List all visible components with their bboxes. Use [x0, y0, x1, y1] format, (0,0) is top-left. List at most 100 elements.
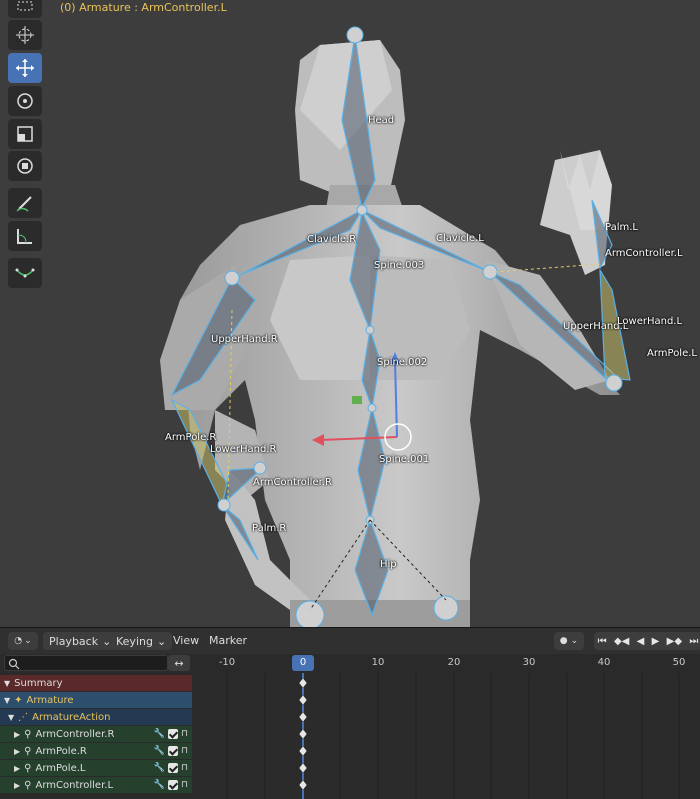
channel-summary[interactable]: ▼ Summary — [0, 675, 192, 691]
chevron-down-icon: ⌄ — [156, 634, 167, 648]
sync-toggle-button[interactable]: ↔ — [168, 655, 190, 671]
channel-label: ArmPole.L — [35, 762, 86, 774]
channel-label: Summary — [14, 677, 63, 689]
expand-arrow-icon[interactable]: ▼ — [4, 696, 10, 705]
lock-icon[interactable]: ⊓ — [181, 763, 188, 773]
select-box-icon[interactable] — [8, 0, 42, 18]
channel-armature[interactable]: ▼ ✦ Armature — [0, 692, 192, 708]
3d-viewport[interactable]: (0) Armature : ArmController.L Head Palm… — [0, 0, 700, 627]
wrench-icon[interactable]: 🔧 — [154, 729, 165, 739]
view-menu[interactable]: View — [173, 634, 199, 647]
lock-icon[interactable]: ⊓ — [181, 729, 188, 739]
playback-menu[interactable]: Playback ⌄ — [43, 632, 118, 650]
channel-label: ArmController.L — [35, 779, 114, 791]
bone-label-upperhand-r[interactable]: UpperHand.R — [211, 334, 278, 345]
keyframe-marker — [298, 677, 308, 689]
bone-icon: ⚲ — [24, 728, 32, 740]
bone-label-hip[interactable]: Hip — [380, 559, 397, 570]
bone-icon: ⚲ — [24, 779, 32, 791]
frame-ruler[interactable]: -10 0 10 20 30 40 50 — [193, 654, 700, 673]
chevron-down-icon: ⌄ — [570, 636, 579, 646]
channel-bone[interactable]: ▶ ⚲ ArmController.R 🔧 ⊓ — [0, 726, 192, 742]
tick-label: -10 — [218, 657, 236, 668]
bone-label-spine-001[interactable]: Spine.001 — [379, 454, 429, 465]
rotate-icon[interactable] — [8, 86, 42, 116]
bone-label-clavicle-l[interactable]: Clavicle.L — [436, 233, 484, 244]
tick-label: 30 — [522, 657, 536, 668]
channel-checkbox[interactable] — [167, 763, 178, 773]
expand-arrow-icon[interactable]: ▶ — [14, 764, 20, 773]
expand-arrow-icon[interactable]: ▶ — [14, 730, 20, 739]
channel-bone[interactable]: ▶ ⚲ ArmController.L 🔧 ⊓ — [0, 777, 192, 793]
scale-icon[interactable] — [8, 119, 42, 149]
tick-label: 20 — [447, 657, 461, 668]
expand-arrow-icon[interactable]: ▶ — [14, 747, 20, 756]
timeline-header: ◔ ⌄ Playback ⌄ Keying ⌄ View Marker ● ⌄ ⏮ ◆◀… — [0, 628, 700, 654]
viewport-header: (0) Armature : ArmController.L — [60, 1, 227, 14]
wrench-icon[interactable]: 🔧 — [154, 746, 165, 756]
action-icon: ⋰ — [18, 711, 29, 723]
record-button[interactable]: ● ⌄ — [554, 632, 584, 650]
tick-label: 50 — [672, 657, 686, 668]
channel-action[interactable]: ▼ ⋰ ArmatureAction — [0, 709, 192, 725]
current-frame-indicator[interactable]: 0 — [292, 655, 314, 671]
clock-icon: ◔ — [14, 636, 23, 646]
prev-keyframe-icon[interactable]: ◆◀ — [614, 636, 629, 647]
bone-roll-icon[interactable] — [8, 258, 42, 288]
expand-arrow-icon[interactable]: ▼ — [4, 679, 10, 688]
jump-end-icon[interactable]: ⏭ — [689, 636, 698, 647]
measure-icon[interactable] — [8, 221, 42, 251]
chevron-down-icon: ⌄ — [24, 636, 32, 646]
play-icon[interactable]: ▶ — [652, 636, 660, 647]
annotate-icon[interactable] — [8, 188, 42, 218]
transform-icon[interactable] — [8, 151, 42, 181]
channel-checkbox[interactable] — [167, 729, 178, 739]
dopesheet-area[interactable] — [193, 673, 700, 799]
jump-start-icon[interactable]: ⏮ — [598, 636, 607, 647]
bone-label-armpole-r[interactable]: ArmPole.R — [165, 432, 216, 443]
bone-icon: ⚲ — [24, 745, 32, 757]
channel-bone[interactable]: ▶ ⚲ ArmPole.L 🔧 ⊓ — [0, 760, 192, 776]
keying-menu[interactable]: Keying ⌄ — [110, 632, 173, 650]
channel-search-field[interactable] — [4, 655, 168, 671]
bone-label-lowerhand-l[interactable]: LowerHand.L — [617, 316, 682, 327]
wrench-icon[interactable]: 🔧 — [154, 780, 165, 790]
expand-arrow-icon[interactable]: ▶ — [14, 781, 20, 790]
bone-label-spine-002[interactable]: Spine.002 — [377, 357, 427, 368]
tick-label: 10 — [371, 657, 385, 668]
channel-list: ▼ Summary ▼ ✦ Armature ▼ ⋰ ArmatureActio… — [0, 673, 193, 799]
bone-label-armpole-l[interactable]: ArmPole.L — [647, 348, 697, 359]
channel-bone[interactable]: ▶ ⚲ ArmPole.R 🔧 ⊓ — [0, 743, 192, 759]
channel-checkbox[interactable] — [167, 780, 178, 790]
tick-label: 40 — [597, 657, 611, 668]
bone-label-armcontroller-l[interactable]: ArmController.L — [605, 248, 683, 259]
playback-label: Playback — [49, 634, 99, 648]
bone-label-armcontroller-r[interactable]: ArmController.R — [253, 477, 332, 488]
keyframe-grid[interactable] — [193, 673, 700, 799]
move-icon[interactable] — [8, 53, 42, 83]
editor-type-button[interactable]: ◔ ⌄ — [8, 632, 38, 650]
bone-icon: ⚲ — [24, 762, 32, 774]
cursor-icon[interactable] — [8, 20, 42, 50]
lock-icon[interactable]: ⊓ — [181, 746, 188, 756]
channel-checkbox[interactable] — [167, 746, 178, 756]
viewport-scene[interactable] — [0, 0, 700, 627]
keyframe-marker — [298, 694, 308, 706]
armature-icon: ✦ — [14, 694, 23, 706]
play-reverse-icon[interactable]: ◀ — [637, 636, 645, 647]
bone-label-lowerhand-r[interactable]: LowerHand.R — [210, 444, 276, 455]
timeline-editor: ◔ ⌄ Playback ⌄ Keying ⌄ View Marker ● ⌄ ⏮ ◆◀… — [0, 627, 700, 799]
next-keyframe-icon[interactable]: ▶◆ — [667, 636, 682, 647]
bone-label-palm-r[interactable]: Palm.R — [252, 523, 286, 534]
channel-label: ArmController.R — [35, 728, 115, 740]
bone-label-clavicle-r[interactable]: Clavicle.R — [307, 234, 356, 245]
bone-label-head[interactable]: Head — [368, 115, 394, 126]
bone-label-spine-003[interactable]: Spine.003 — [374, 260, 424, 271]
wrench-icon[interactable]: 🔧 — [154, 763, 165, 773]
record-icon: ● — [559, 636, 568, 646]
keying-label: Keying — [116, 634, 153, 648]
expand-arrow-icon[interactable]: ▼ — [8, 713, 14, 722]
bone-label-palm-l[interactable]: Palm.L — [605, 222, 638, 233]
marker-menu[interactable]: Marker — [209, 634, 247, 647]
lock-icon[interactable]: ⊓ — [181, 780, 188, 790]
